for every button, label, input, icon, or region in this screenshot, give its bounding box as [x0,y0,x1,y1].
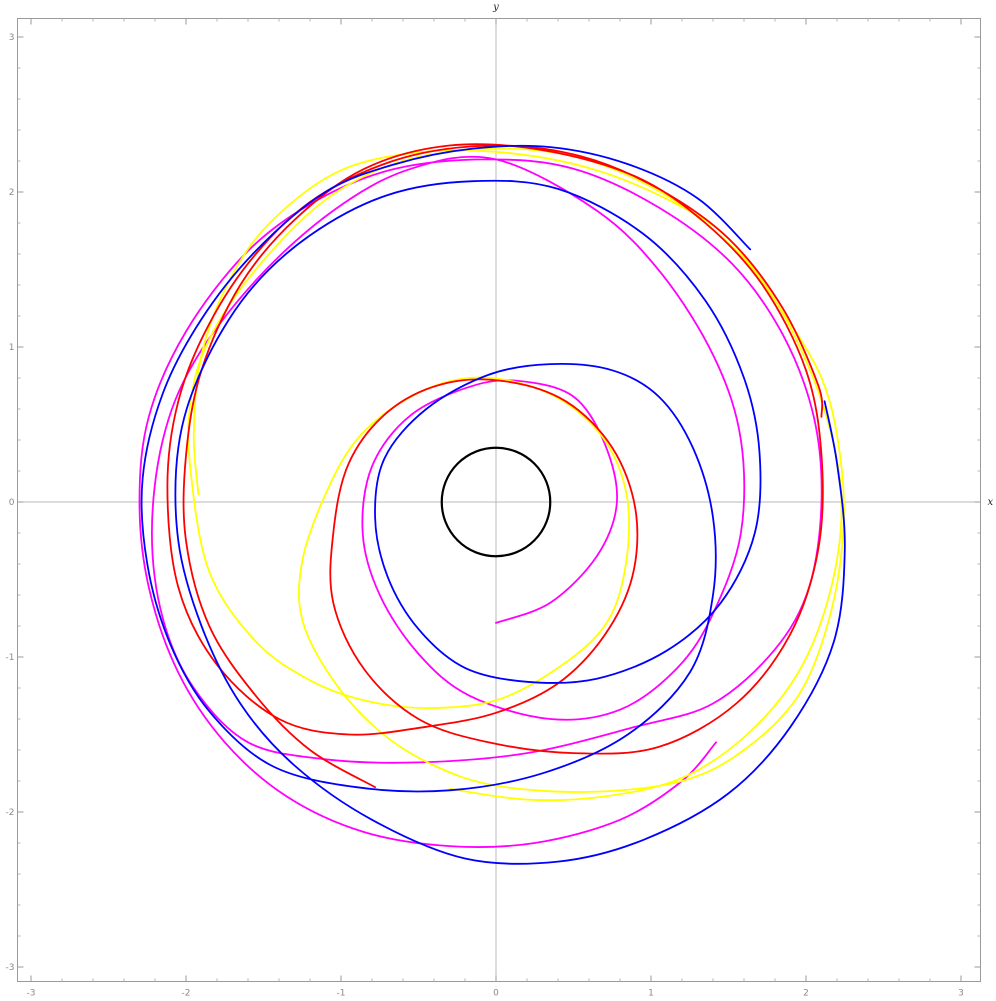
x-tick-label: -2 [182,989,191,999]
x-tick-label: 0 [493,989,499,999]
y-tick-label: 3 [9,33,15,43]
trajectory-plot: -3 -2 -1 0 1 2 3 -3 -2 -1 0 1 2 3 x y [6,2,994,999]
x-tick-label: 1 [648,989,654,999]
x-axis-label: x [988,497,994,508]
y-tick-label: 0 [9,498,15,508]
x-tick-label: -3 [27,989,36,999]
y-tick-label: 1 [9,343,15,353]
plot-frame [17,18,981,982]
series-layer [138,143,846,865]
y-tick-label: 2 [9,188,15,198]
y-axis-label: y [492,2,499,13]
x-tick-label: -1 [337,989,346,999]
x-tick-label: 2 [803,989,809,999]
y-tick-label: -2 [6,808,15,818]
tick-marks [17,18,981,982]
trajectory-curve-2 [187,147,845,802]
y-tick-label: -1 [6,653,15,663]
y-tick-label: -3 [6,963,15,973]
x-tick-label: 3 [958,989,964,999]
